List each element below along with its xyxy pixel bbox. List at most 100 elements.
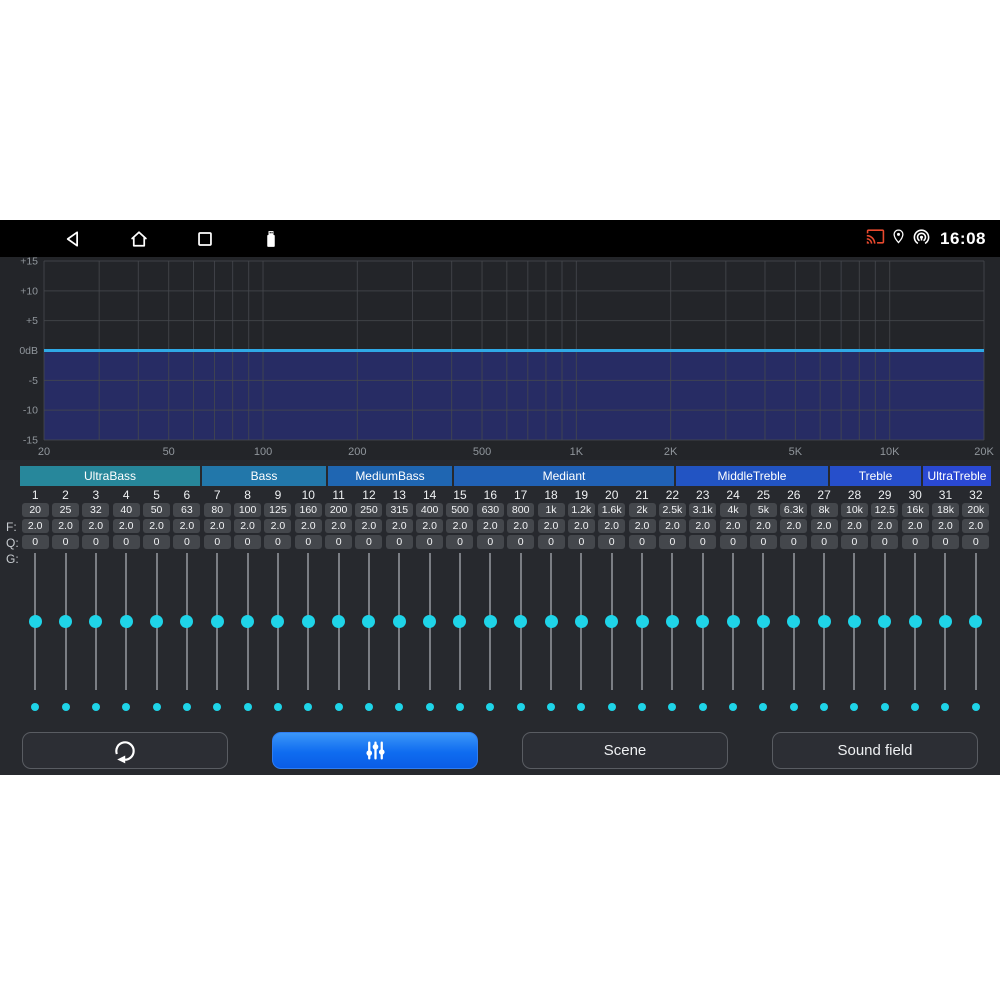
gain-slider[interactable] xyxy=(414,553,444,690)
channel-indicator-dot xyxy=(790,703,798,711)
channel-frequency-value: 1.6k xyxy=(598,503,625,517)
gain-slider[interactable] xyxy=(263,553,293,690)
channel-gain-value: 0 xyxy=(720,535,747,549)
gain-slider[interactable] xyxy=(779,553,809,690)
gain-slider[interactable] xyxy=(688,553,718,690)
gain-slider[interactable] xyxy=(172,553,202,690)
channel-column: 6 63 2.0 0 xyxy=(172,487,202,711)
gain-slider[interactable] xyxy=(597,553,627,690)
slider-knob[interactable] xyxy=(423,615,436,628)
channel-indicator-dot xyxy=(426,703,434,711)
slider-knob[interactable] xyxy=(696,615,709,628)
recents-button[interactable] xyxy=(194,228,216,250)
slider-knob[interactable] xyxy=(818,615,831,628)
slider-knob[interactable] xyxy=(89,615,102,628)
svg-text:+5: +5 xyxy=(26,315,38,327)
channel-indicator-dot xyxy=(699,703,707,711)
back-button[interactable] xyxy=(62,228,84,250)
gain-slider[interactable] xyxy=(445,553,475,690)
gain-slider[interactable] xyxy=(354,553,384,690)
slider-knob[interactable] xyxy=(757,615,770,628)
gain-slider[interactable] xyxy=(293,553,323,690)
slider-knob[interactable] xyxy=(29,615,42,628)
slider-knob[interactable] xyxy=(939,615,952,628)
band-strip: UltraBassBassMediumBassMediantMiddleTreb… xyxy=(20,466,1000,486)
slider-knob[interactable] xyxy=(393,615,406,628)
gain-slider[interactable] xyxy=(566,553,596,690)
slider-knob[interactable] xyxy=(59,615,72,628)
channel-area: F: Q: G: 1 20 2.0 0 2 25 2.0 0 3 32 2.0 … xyxy=(0,487,1000,711)
slider-knob[interactable] xyxy=(787,615,800,628)
slider-knob[interactable] xyxy=(636,615,649,628)
home-button[interactable] xyxy=(128,228,150,250)
gain-slider[interactable] xyxy=(323,553,353,690)
scene-button-label: Scene xyxy=(604,742,647,759)
gain-slider[interactable] xyxy=(870,553,900,690)
q-row-label: Q: xyxy=(6,535,22,551)
slider-knob[interactable] xyxy=(180,615,193,628)
band-header-label: UltraTreble xyxy=(928,469,987,483)
gain-slider[interactable] xyxy=(839,553,869,690)
channel-q-value: 2.0 xyxy=(659,519,686,533)
slider-knob[interactable] xyxy=(575,615,588,628)
slider-knob[interactable] xyxy=(302,615,315,628)
gain-slider[interactable] xyxy=(384,553,414,690)
channel-gain-value: 0 xyxy=(446,535,473,549)
home-icon xyxy=(128,228,150,250)
slider-knob[interactable] xyxy=(666,615,679,628)
channel-gain-value: 0 xyxy=(902,535,929,549)
gain-slider[interactable] xyxy=(536,553,566,690)
gain-slider[interactable] xyxy=(232,553,262,690)
channel-gain-value: 0 xyxy=(204,535,231,549)
slider-knob[interactable] xyxy=(848,615,861,628)
gain-slider[interactable] xyxy=(81,553,111,690)
channel-column: 31 18k 2.0 0 xyxy=(930,487,960,711)
gain-slider[interactable] xyxy=(718,553,748,690)
slider-knob[interactable] xyxy=(514,615,527,628)
channel-number: 18 xyxy=(544,487,557,503)
slider-knob[interactable] xyxy=(332,615,345,628)
channel-gain-value: 0 xyxy=(568,535,595,549)
gain-slider[interactable] xyxy=(627,553,657,690)
slider-knob[interactable] xyxy=(909,615,922,628)
channel-indicator-dot xyxy=(547,703,555,711)
slider-knob[interactable] xyxy=(120,615,133,628)
gain-slider[interactable] xyxy=(141,553,171,690)
gain-slider[interactable] xyxy=(202,553,232,690)
gain-slider[interactable] xyxy=(111,553,141,690)
slider-knob[interactable] xyxy=(211,615,224,628)
gain-slider[interactable] xyxy=(657,553,687,690)
channel-gain-value: 0 xyxy=(507,535,534,549)
slider-knob[interactable] xyxy=(969,615,982,628)
gain-slider[interactable] xyxy=(475,553,505,690)
channel-q-value: 2.0 xyxy=(295,519,322,533)
slider-knob[interactable] xyxy=(150,615,163,628)
sound-field-button[interactable]: Sound field xyxy=(772,732,978,769)
gain-slider[interactable] xyxy=(961,553,991,690)
slider-knob[interactable] xyxy=(362,615,375,628)
slider-knob[interactable] xyxy=(241,615,254,628)
slider-knob[interactable] xyxy=(271,615,284,628)
channel-column: 14 400 2.0 0 xyxy=(414,487,444,711)
gain-slider[interactable] xyxy=(748,553,778,690)
reset-button[interactable] xyxy=(22,732,228,769)
channel-q-value: 2.0 xyxy=(113,519,140,533)
gain-slider[interactable] xyxy=(20,553,50,690)
slider-knob[interactable] xyxy=(878,615,891,628)
eq-graph-section: +15+10+50dB-5-10-1520501002005001K2K5K10… xyxy=(0,257,1000,460)
slider-knob[interactable] xyxy=(727,615,740,628)
slider-knob[interactable] xyxy=(605,615,618,628)
channel-gain-value: 0 xyxy=(750,535,777,549)
gain-slider[interactable] xyxy=(506,553,536,690)
scene-button[interactable]: Scene xyxy=(522,732,728,769)
gain-slider[interactable] xyxy=(50,553,80,690)
gain-slider[interactable] xyxy=(900,553,930,690)
eq-button[interactable] xyxy=(272,732,478,769)
gain-slider[interactable] xyxy=(930,553,960,690)
slider-knob[interactable] xyxy=(484,615,497,628)
slider-knob[interactable] xyxy=(545,615,558,628)
head-unit-eq-screen: 16:08 +15+10+50dB-5-10-1520501002005001K… xyxy=(0,220,1000,775)
channel-column: 17 800 2.0 0 xyxy=(506,487,536,711)
gain-slider[interactable] xyxy=(809,553,839,690)
slider-knob[interactable] xyxy=(453,615,466,628)
